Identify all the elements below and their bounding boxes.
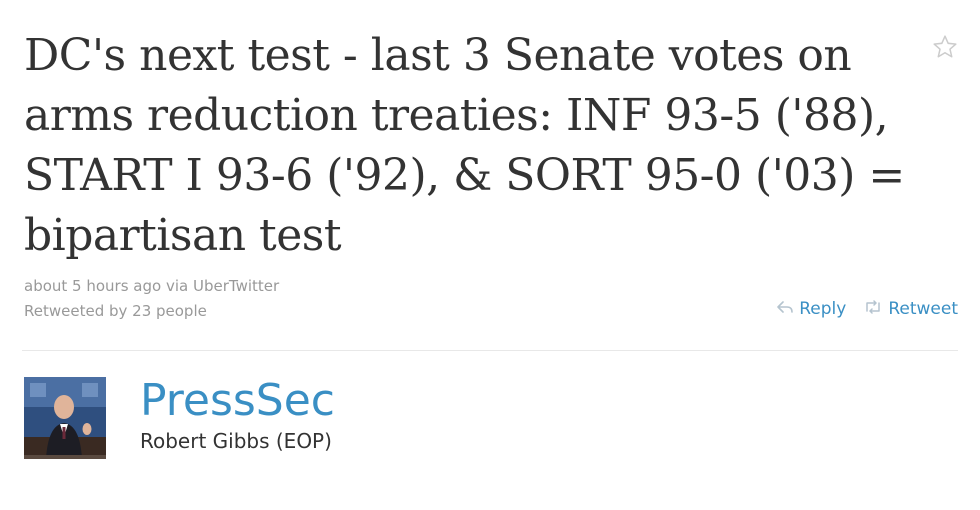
tweet-text: DC's next test - last 3 Senate votes on …	[24, 30, 905, 261]
avatar[interactable]	[24, 377, 106, 459]
tweet-time[interactable]: about 5 hours ago	[24, 277, 161, 295]
author-block: PressSec Robert Gibbs (EOP)	[24, 375, 335, 459]
retweet-button[interactable]: Retweet	[864, 299, 958, 319]
author-names: PressSec Robert Gibbs (EOP)	[140, 375, 335, 459]
tweet-meta: about 5 hours ago via UberTwitter Retwee…	[24, 274, 279, 324]
favorite-star-icon[interactable]	[932, 34, 958, 60]
reply-label: Reply	[799, 299, 847, 319]
via-app-link[interactable]: UberTwitter	[193, 277, 279, 295]
divider	[22, 350, 958, 351]
via-prefix: via	[165, 277, 189, 295]
retweeted-by[interactable]: Retweeted by 23 people	[24, 299, 279, 324]
retweet-label: Retweet	[888, 299, 958, 319]
author-screen-name[interactable]: PressSec	[140, 375, 335, 427]
tweet-card: DC's next test - last 3 Senate votes on …	[0, 0, 980, 510]
reply-button[interactable]: Reply	[777, 299, 846, 319]
retweet-arrows-icon	[864, 300, 882, 318]
reply-arrow-icon	[777, 300, 794, 318]
tweet-timestamp-line: about 5 hours ago via UberTwitter	[24, 274, 279, 299]
tweet-actions: Reply Retweet	[777, 299, 958, 319]
author-full-name: Robert Gibbs (EOP)	[140, 429, 332, 453]
